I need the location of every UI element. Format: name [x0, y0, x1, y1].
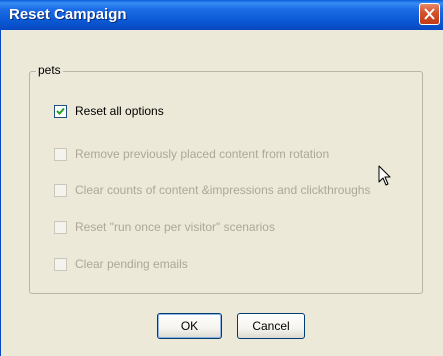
- option-remove-placed-content[interactable]: Remove previously placed content from ro…: [54, 147, 329, 161]
- option-clear-counts[interactable]: Clear counts of content &impressions and…: [54, 183, 370, 197]
- title-bar[interactable]: Reset Campaign: [0, 0, 443, 30]
- reset-campaign-dialog: Reset Campaign pets Reset all options Re…: [0, 0, 443, 356]
- mouse-pointer-icon: [378, 165, 391, 186]
- option-label: Reset all options: [75, 104, 164, 118]
- reset-all-checkbox[interactable]: [54, 104, 67, 118]
- checkmark-icon: [56, 107, 65, 115]
- close-icon: [424, 8, 435, 20]
- clear-counts-checkbox[interactable]: [54, 183, 67, 197]
- option-label: Clear pending emails: [75, 257, 188, 271]
- cancel-button[interactable]: Cancel: [237, 313, 305, 339]
- option-label: Reset "run once per visitor" scenarios: [75, 220, 275, 234]
- option-label: Remove previously placed content from ro…: [75, 147, 330, 161]
- ok-button[interactable]: OK: [157, 313, 222, 339]
- window-title: Reset Campaign: [9, 6, 127, 23]
- groupbox-label: pets: [36, 62, 63, 78]
- option-reset-all[interactable]: Reset all options: [54, 104, 164, 118]
- close-button[interactable]: [419, 3, 440, 25]
- option-label: Clear counts of content &impressions and…: [75, 183, 371, 197]
- remove-content-checkbox[interactable]: [54, 147, 67, 161]
- clear-emails-checkbox[interactable]: [54, 257, 67, 271]
- option-reset-run-once[interactable]: Reset "run once per visitor" scenarios: [54, 220, 275, 234]
- reset-run-once-checkbox[interactable]: [54, 220, 67, 234]
- option-clear-pending-emails[interactable]: Clear pending emails: [54, 257, 188, 271]
